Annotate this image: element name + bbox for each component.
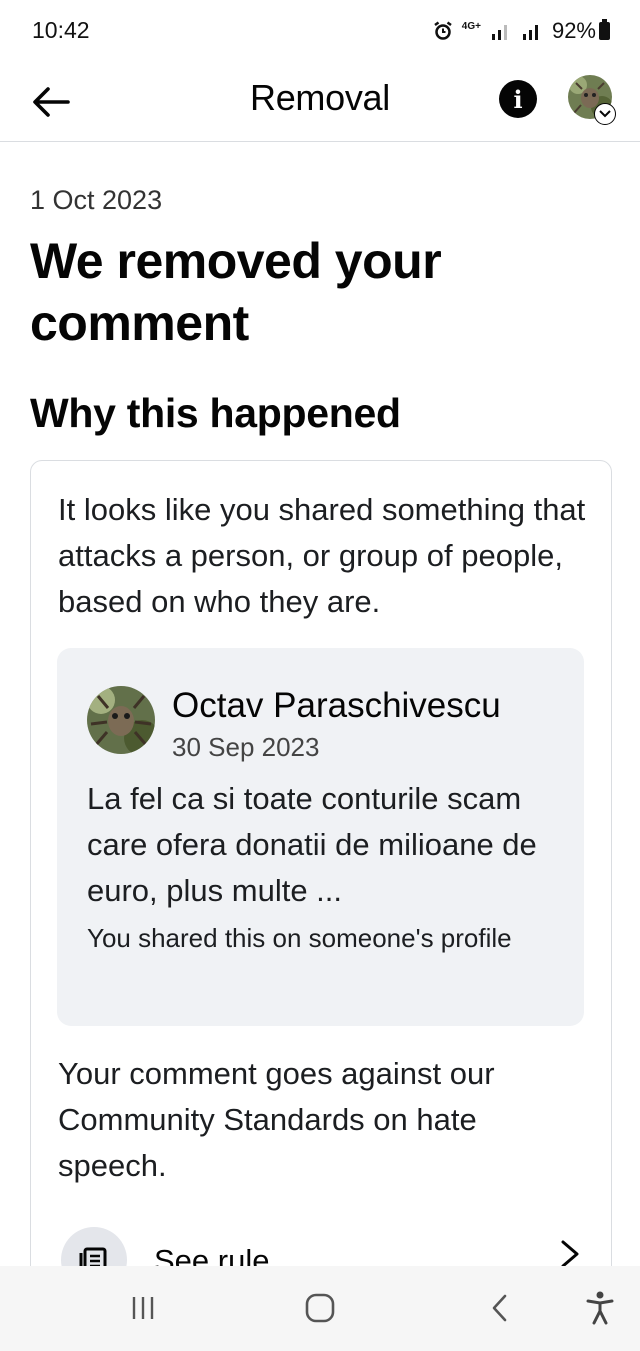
comment-date: 30 Sep 2023	[172, 732, 320, 762]
avatar	[87, 686, 155, 754]
notice-date: 1 Oct 2023	[30, 185, 163, 215]
why-heading: Why this happened	[30, 390, 401, 436]
page-title-wrap: Removal	[0, 75, 640, 121]
shared-note: You shared this on someone's profile	[87, 923, 512, 953]
home-button[interactable]	[290, 1278, 350, 1338]
chevron-down-icon	[599, 110, 611, 118]
reason-card: It looks like you shared something that …	[30, 460, 612, 1300]
standards-text: Your comment goes against our Community …	[58, 1056, 495, 1183]
back-button[interactable]	[22, 74, 78, 130]
signal-icon	[491, 25, 507, 40]
battery-percent: 92%	[551, 18, 596, 43]
battery-icon	[599, 19, 610, 40]
notice-headline: We removed your comment	[30, 233, 442, 351]
chevron-right-icon	[561, 1240, 579, 1268]
back-nav-icon	[492, 1294, 507, 1322]
status-bar: 10:42 4G+ 92%	[0, 0, 640, 60]
network-type: 4G+	[461, 21, 481, 32]
status-time: 10:42	[32, 17, 90, 43]
accessibility-icon	[586, 1291, 614, 1325]
comment-author: Octav Paraschivescu	[172, 686, 501, 725]
info-icon[interactable]: i	[499, 80, 537, 118]
back-nav-button[interactable]	[470, 1278, 530, 1338]
alarm-icon	[434, 21, 452, 40]
reason-text: It looks like you shared something that …	[58, 492, 586, 619]
avatar-image	[87, 686, 155, 754]
removed-comment: Octav Paraschivescu 30 Sep 2023 La fel c…	[57, 648, 584, 1026]
app-header: Removal i	[0, 60, 640, 142]
account-menu-button[interactable]	[594, 103, 616, 125]
comment-text: La fel ca si toate conturile scam care o…	[87, 781, 537, 908]
page-title: Removal	[250, 77, 390, 118]
home-icon	[305, 1293, 335, 1323]
system-nav-bar	[0, 1266, 640, 1351]
arrow-left-icon	[33, 87, 70, 117]
recent-apps-icon	[132, 1297, 154, 1319]
signal-icon-2	[522, 25, 538, 40]
status-icons: 4G+ 92%	[433, 17, 610, 45]
accessibility-button[interactable]	[570, 1278, 630, 1338]
recent-apps-button[interactable]	[113, 1278, 173, 1338]
